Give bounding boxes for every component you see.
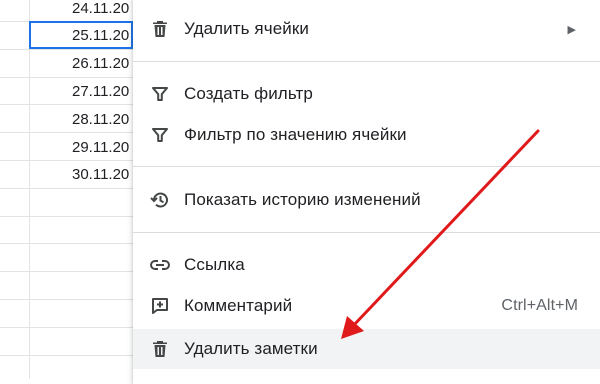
menu-item-label: Удалить заметки xyxy=(184,339,318,358)
date-cell[interactable]: 29.11.20 xyxy=(30,134,136,161)
date-cell-value: 24.11.20 xyxy=(72,0,130,17)
menu-item-label: Ссылка xyxy=(184,255,245,274)
add-comment-icon xyxy=(149,295,171,317)
menu-item-create-filter[interactable]: Создать фильтр xyxy=(133,74,600,114)
menu-item-delete-notes[interactable]: Удалить заметки xyxy=(133,329,600,369)
grid-row-line xyxy=(0,327,135,328)
link-icon xyxy=(149,254,171,276)
menu-item-shortcut: Ctrl+Alt+M xyxy=(501,297,578,314)
date-cell[interactable]: 26.11.20 xyxy=(30,50,136,77)
menu-item-label: Удалить ячейки xyxy=(184,19,309,38)
grid-row-line xyxy=(0,355,135,356)
grid-row-line xyxy=(0,299,135,300)
submenu-arrow-icon: ▶ xyxy=(567,23,576,36)
context-menu: Удалить ячейки ▶ Создать фильтр Фильтр п… xyxy=(133,0,600,384)
grid-row-line xyxy=(0,216,135,217)
menu-item-show-history[interactable]: Показать историю изменений xyxy=(133,180,600,220)
grid-row-line xyxy=(0,271,135,272)
date-cell-value: 30.11.20 xyxy=(72,166,130,183)
menu-item-label: Показать историю изменений xyxy=(184,190,421,209)
selected-cell-border xyxy=(29,21,133,49)
menu-divider xyxy=(133,166,600,167)
trash-icon xyxy=(149,18,171,40)
menu-item-filter-by-value[interactable]: Фильтр по значению ячейки xyxy=(133,115,600,155)
date-cell-value: 26.11.20 xyxy=(72,55,130,72)
menu-item-label: Комментарий xyxy=(184,296,293,315)
menu-divider xyxy=(133,232,600,233)
date-cell-value: 27.11.20 xyxy=(72,83,130,100)
filter-icon xyxy=(149,83,171,105)
menu-item-comment[interactable]: Комментарий Ctrl+Alt+M xyxy=(133,286,600,326)
history-icon xyxy=(149,189,171,211)
menu-divider xyxy=(133,61,600,62)
grid-row-line xyxy=(0,243,135,244)
date-cell-value: 29.11.20 xyxy=(72,139,130,156)
date-cell[interactable]: 24.11.20 xyxy=(30,0,136,22)
menu-item-label: Создать фильтр xyxy=(184,84,313,103)
menu-item-label: Фильтр по значению ячейки xyxy=(184,125,407,144)
menu-item-delete-cells[interactable]: Удалить ячейки ▶ xyxy=(133,9,600,49)
date-cell[interactable]: 28.11.20 xyxy=(30,106,136,133)
filter-icon xyxy=(149,124,171,146)
date-cell[interactable]: 30.11.20 xyxy=(30,161,136,188)
date-cell[interactable]: 27.11.20 xyxy=(30,78,136,105)
trash-icon xyxy=(149,338,171,360)
date-cell-value: 28.11.20 xyxy=(72,111,130,128)
grid-row-line xyxy=(0,188,135,189)
menu-item-link[interactable]: Ссылка xyxy=(133,245,600,285)
